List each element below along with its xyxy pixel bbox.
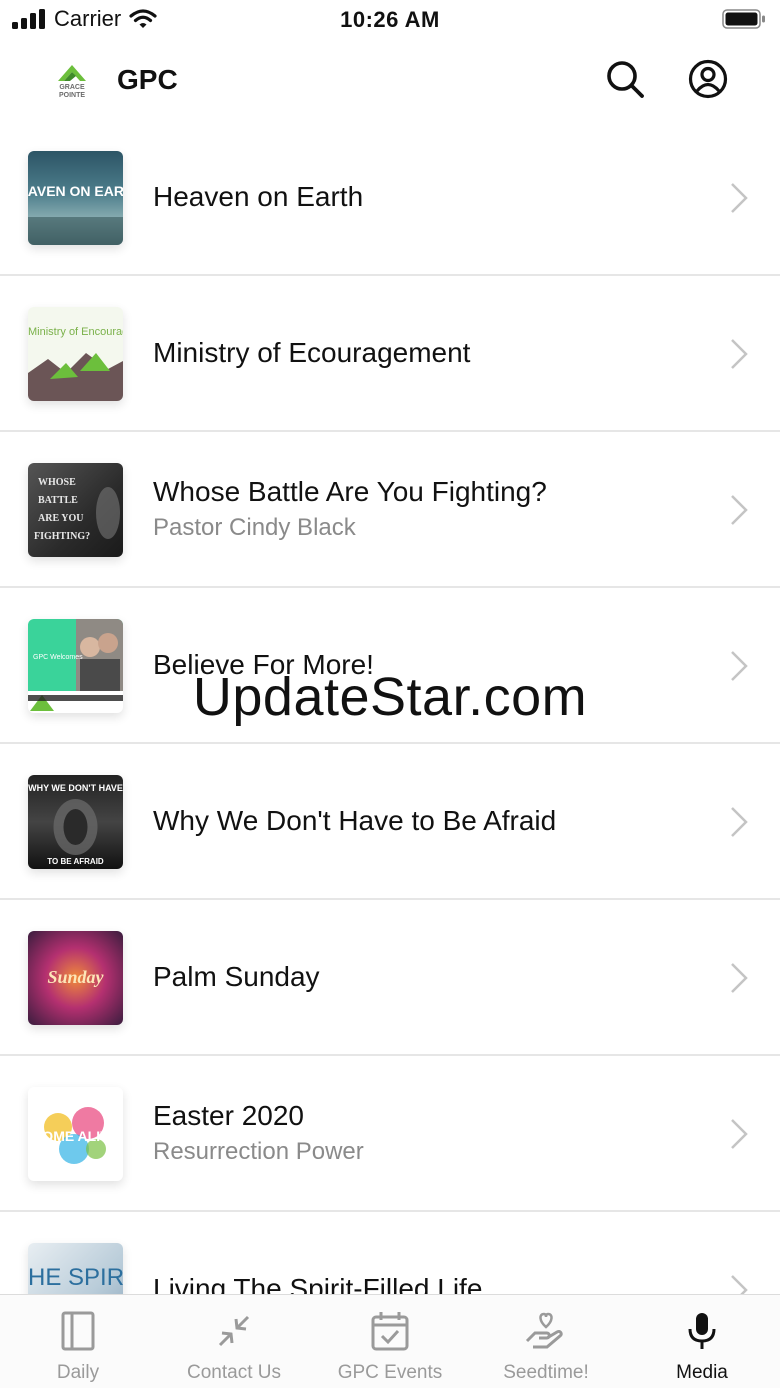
item-title: Living The Spirit-Filled Life: [153, 1273, 483, 1294]
series-artwork: Ministry of Encouragement: [28, 307, 123, 401]
item-title: Whose Battle Are You Fighting?: [153, 476, 547, 507]
status-bar: Carrier 10:26 AM: [0, 0, 780, 40]
svg-text:GPC Welcomes: GPC Welcomes: [33, 654, 83, 661]
search-button[interactable]: [603, 57, 647, 101]
artwork-graphic: HE SPIRI: [28, 1264, 123, 1291]
list-item[interactable]: HEAVEN ON EARTH Heaven on Earth: [0, 120, 780, 276]
search-icon: [607, 61, 644, 98]
tab-daily[interactable]: Daily: [0, 1295, 156, 1388]
svg-text:WHOSE: WHOSE: [38, 477, 76, 488]
tab-gpc-events[interactable]: GPC Events: [312, 1295, 468, 1388]
svg-text:POINTE: POINTE: [59, 92, 85, 99]
svg-text:TO BE AFRAID: TO BE AFRAID: [47, 857, 104, 866]
artwork-graphic: Sunday: [47, 967, 104, 987]
item-subtitle: Pastor Cindy Black: [153, 514, 356, 541]
status-time: 10:26 AM: [340, 7, 440, 32]
calendar-check-icon: [371, 1312, 409, 1351]
list-item[interactable]: WHOSE BATTLE ARE YOU FIGHTING? Whose Bat…: [0, 432, 780, 588]
list-item[interactable]: Ministry of Encouragement Ministry of Ec…: [0, 276, 780, 432]
chevron-right-icon: [731, 807, 748, 837]
profile-button[interactable]: [686, 57, 730, 101]
svg-text:GRACE: GRACE: [59, 84, 85, 91]
grace-pointe-logo: GRACE POINTE: [58, 65, 86, 99]
svg-text:Ministry of Encouragement: Ministry of Encouragement: [28, 326, 123, 338]
tab-media[interactable]: Media: [624, 1295, 780, 1388]
series-artwork: COME ALIVE: [28, 1087, 123, 1181]
artwork-graphic: GPC Welcomes: [28, 619, 123, 711]
chevron-right-icon: [731, 651, 748, 681]
chevron-right-icon: [731, 495, 748, 525]
artwork-graphic: WHY WE DON'T HAVE TO BE AFRAID: [28, 783, 123, 866]
list-item[interactable]: WHY WE DON'T HAVE TO BE AFRAID Why We Do…: [0, 744, 780, 900]
tab-label: GPC Events: [337, 1362, 443, 1383]
list-item[interactable]: COME ALIVE Easter 2020 Resurrection Powe…: [0, 1056, 780, 1212]
tab-label: Seedtime!: [503, 1362, 589, 1383]
tab-label: Daily: [56, 1362, 100, 1383]
artwork-graphic: HEAVEN ON EARTH: [28, 183, 123, 245]
tab-label: Contact Us: [187, 1362, 281, 1383]
app-header: GRACE POINTE GPC: [0, 40, 780, 120]
chevron-right-icon: [731, 339, 748, 369]
tab-label: Media: [676, 1362, 728, 1383]
artwork-graphic: WHOSE BATTLE ARE YOU FIGHTING?: [34, 477, 120, 542]
item-title: Ministry of Ecouragement: [153, 337, 471, 368]
list-item[interactable]: Sunday Palm Sunday: [0, 900, 780, 1056]
series-artwork: Sunday: [28, 931, 123, 1025]
list-item[interactable]: HE SPIRI Living The Spirit-Filled Life: [0, 1212, 780, 1294]
svg-text:FIGHTING?: FIGHTING?: [34, 531, 90, 542]
artwork-graphic: COME ALIVE: [32, 1107, 119, 1164]
chevron-right-icon: [731, 963, 748, 993]
list-item[interactable]: GPC Welcomes Believe For More!: [0, 588, 780, 744]
svg-text:HEAVEN ON EARTH: HEAVEN ON EARTH: [28, 183, 123, 199]
svg-text:BATTLE: BATTLE: [38, 495, 78, 506]
chevron-right-icon: [731, 1275, 748, 1294]
series-artwork: HEAVEN ON EARTH: [28, 151, 123, 245]
svg-text:HE SPIRI: HE SPIRI: [28, 1264, 123, 1291]
tab-seedtime[interactable]: Seedtime!: [468, 1295, 624, 1388]
tab-bar: Daily Contact Us GPC Events Seedtime! Me…: [0, 1294, 780, 1388]
item-title: Why We Don't Have to Be Afraid: [153, 805, 557, 836]
item-title: Easter 2020: [153, 1100, 304, 1131]
tab-contact-us[interactable]: Contact Us: [156, 1295, 312, 1388]
series-artwork: WHOSE BATTLE ARE YOU FIGHTING?: [28, 463, 123, 557]
item-subtitle: Resurrection Power: [153, 1138, 364, 1165]
arrows-in-icon: [218, 1315, 250, 1347]
item-title: Heaven on Earth: [153, 181, 364, 212]
hand-heart-icon: [525, 1312, 563, 1349]
series-artwork: GPC Welcomes: [28, 619, 123, 713]
svg-text:COME ALIVE: COME ALIVE: [32, 1128, 119, 1144]
media-list: HEAVEN ON EARTH Heaven on Earth Ministry…: [0, 120, 780, 1294]
item-title: Believe For More!: [153, 649, 374, 680]
svg-text:WHY WE DON'T HAVE: WHY WE DON'T HAVE: [28, 783, 123, 793]
battery-icon: [722, 9, 765, 29]
user-circle-icon: [688, 59, 728, 99]
app-title: GPC: [117, 64, 178, 95]
artwork-graphic: Ministry of Encouragement: [28, 326, 123, 401]
chevron-right-icon: [731, 1119, 748, 1149]
svg-text:ARE YOU: ARE YOU: [38, 513, 83, 524]
series-artwork: HE SPIRI: [28, 1243, 123, 1294]
svg-text:Sunday: Sunday: [47, 967, 104, 987]
chevron-right-icon: [731, 183, 748, 213]
series-artwork: WHY WE DON'T HAVE TO BE AFRAID: [28, 775, 123, 869]
item-title: Palm Sunday: [153, 961, 320, 992]
microphone-icon: [688, 1313, 716, 1349]
book-icon: [61, 1311, 95, 1351]
